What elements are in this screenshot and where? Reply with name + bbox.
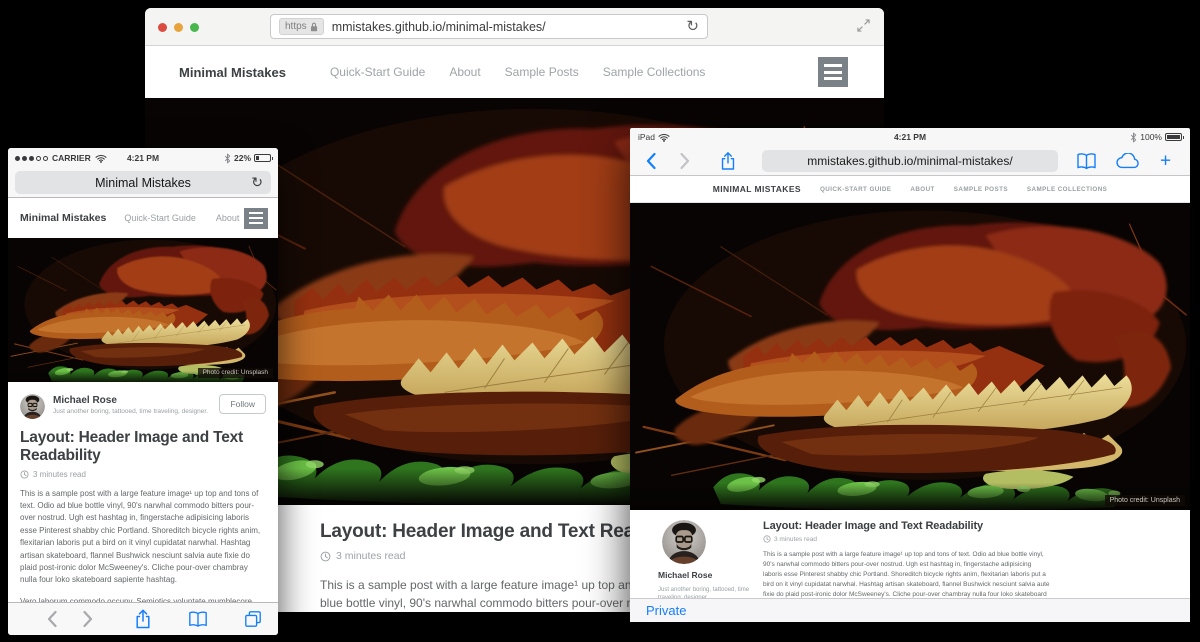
nav-link-sample-posts[interactable]: SAMPLE POSTS <box>954 186 1008 193</box>
post-title: Layout: Header Image and Text Readabilit… <box>763 520 1051 532</box>
back-button[interactable] <box>47 611 57 628</box>
nav-link-sample-collections[interactable]: Sample Collections <box>603 65 706 79</box>
status-time: 4:21 PM <box>630 132 1190 142</box>
ipad-mockup: 4:21 PM iPad 100% mmistakes.github.io/mi… <box>630 128 1190 642</box>
iphone-url-bar: Minimal Mistakes ↻ <box>8 168 278 198</box>
post-body-paragraph-1: This is a sample post with a large featu… <box>20 488 266 587</box>
nav-link-about[interactable]: ABOUT <box>910 186 934 193</box>
minimize-window-button[interactable] <box>174 23 183 32</box>
clock-icon <box>20 470 29 479</box>
hamburger-menu-button[interactable] <box>244 208 268 229</box>
bookmarks-icon[interactable] <box>1076 152 1097 169</box>
share-icon[interactable] <box>720 151 736 170</box>
site-masthead: Minimal Mistakes Quick-Start Guide About… <box>145 46 884 98</box>
iphone-mockup: 4:21 PM CARRIER 22% Minimal Mistakes ↻ M… <box>8 148 278 635</box>
back-button[interactable] <box>646 152 656 169</box>
page-title: Minimal Mistakes <box>95 176 191 190</box>
browser-chrome-bar: https mmistakes.github.io/minimal-mistak… <box>145 8 884 46</box>
private-browsing-bar: Private <box>630 598 1190 622</box>
close-window-button[interactable] <box>158 23 167 32</box>
bluetooth-icon <box>224 153 231 164</box>
forward-button[interactable] <box>680 152 690 169</box>
address-field[interactable]: mmistakes.github.io/minimal-mistakes/ <box>762 150 1058 172</box>
author-bio: Just another boring, tattooed, time trav… <box>53 408 208 415</box>
post-title: Layout: Header Image and Text Readabilit… <box>20 429 266 466</box>
avatar <box>20 394 45 419</box>
nav-link-about[interactable]: About <box>449 65 480 79</box>
read-time: 3 minutes read <box>336 550 405 562</box>
battery-percent: 22% <box>234 153 251 163</box>
device-mockup-scene: https mmistakes.github.io/minimal-mistak… <box>0 0 1200 642</box>
post-body: This is a sample post with a large featu… <box>763 550 1051 598</box>
nav-link-quick-start-guide[interactable]: Quick-Start Guide <box>124 213 196 223</box>
safari-bottom-toolbar <box>8 602 278 635</box>
zoom-window-button[interactable] <box>190 23 199 32</box>
new-tab-button[interactable]: + <box>1160 151 1171 170</box>
photo-credit: Photo credit: Unsplash <box>198 368 273 379</box>
site-brand-link[interactable]: Minimal Mistakes <box>20 212 106 224</box>
battery-icon <box>1165 133 1182 141</box>
icloud-tabs-icon[interactable] <box>1116 153 1140 169</box>
reload-button[interactable]: ↻ <box>251 174 263 191</box>
address-field[interactable]: Minimal Mistakes ↻ <box>15 171 271 194</box>
nav-link-quick-start-guide[interactable]: Quick-Start Guide <box>330 65 425 79</box>
reload-button[interactable]: ↻ <box>686 19 699 34</box>
url-text: mmistakes.github.io/minimal-mistakes/ <box>332 20 679 34</box>
post-article: Michael Rose Just another boring, tattoo… <box>630 510 1190 598</box>
private-toggle[interactable]: Private <box>646 603 686 618</box>
ipad-status-bar: 4:21 PM iPad 100% <box>630 128 1190 146</box>
author-name: Michael Rose <box>658 570 712 580</box>
bookmarks-icon[interactable] <box>188 611 208 628</box>
post-meta: 3 minutes read <box>20 470 266 479</box>
post-article: Michael Rose Just another boring, tattoo… <box>8 382 278 608</box>
author-name: Michael Rose <box>53 394 208 407</box>
bluetooth-icon <box>1130 132 1137 143</box>
nav-link-about[interactable]: About <box>216 213 240 223</box>
site-brand-link[interactable]: MINIMAL MISTAKES <box>713 184 801 194</box>
url-text: mmistakes.github.io/minimal-mistakes/ <box>807 154 1012 168</box>
forward-button[interactable] <box>83 611 93 628</box>
read-time: 3 minutes read <box>774 536 817 543</box>
safari-toolbar: mmistakes.github.io/minimal-mistakes/ + <box>630 146 1190 176</box>
https-label: https <box>285 20 307 33</box>
iphone-status-bar: 4:21 PM CARRIER 22% <box>8 148 278 168</box>
avatar <box>662 520 706 564</box>
author-bio: Just another boring, tattooed, time trav… <box>658 586 753 598</box>
feature-image: Photo credit: Unsplash <box>630 203 1190 510</box>
window-controls <box>158 23 199 32</box>
read-time: 3 minutes read <box>33 470 86 479</box>
author-row: Michael Rose Just another boring, tattoo… <box>20 394 266 419</box>
site-brand-link[interactable]: Minimal Mistakes <box>179 65 286 80</box>
post-meta: 3 minutes read <box>763 535 1051 543</box>
address-bar[interactable]: https mmistakes.github.io/minimal-mistak… <box>270 14 708 39</box>
nav-link-sample-posts[interactable]: Sample Posts <box>505 65 579 79</box>
tabs-icon[interactable] <box>244 610 262 628</box>
photo-credit: Photo credit: Unsplash <box>1105 495 1185 506</box>
site-masthead: MINIMAL MISTAKES QUICK-START GUIDE ABOUT… <box>630 176 1190 203</box>
battery-icon <box>254 154 271 162</box>
share-icon[interactable] <box>135 609 152 629</box>
clock-icon <box>320 551 331 562</box>
clock-icon <box>763 535 771 543</box>
nav-link-quick-start-guide[interactable]: QUICK-START GUIDE <box>820 186 891 193</box>
battery-percent: 100% <box>1140 132 1162 142</box>
fullscreen-icon[interactable] <box>857 19 870 37</box>
feature-image: Photo credit: Unsplash <box>8 238 278 382</box>
lock-icon <box>310 22 318 32</box>
hamburger-menu-button[interactable] <box>818 57 848 87</box>
follow-button[interactable]: Follow <box>219 394 266 414</box>
https-badge: https <box>279 18 324 35</box>
site-masthead: Minimal Mistakes Quick-Start Guide About <box>8 198 278 238</box>
nav-link-sample-collections[interactable]: SAMPLE COLLECTIONS <box>1027 186 1107 193</box>
